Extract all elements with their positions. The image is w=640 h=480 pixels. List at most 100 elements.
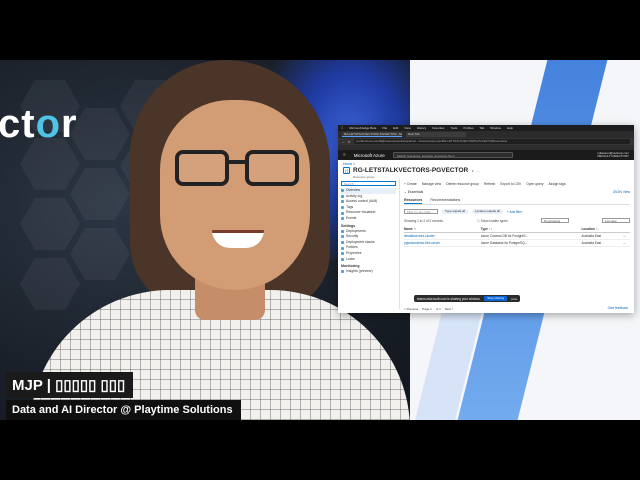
tab-resources[interactable]: Resources: [404, 198, 423, 204]
share-message: teams.microsoft.com is sharing your wind…: [417, 296, 481, 301]
more-icon[interactable]: ⋯: [477, 169, 480, 173]
add-filter-button[interactable]: + Add filter: [507, 210, 522, 214]
glasses: [175, 150, 300, 190]
menu-file[interactable]: File: [382, 126, 387, 130]
filter-row: Filter for any field... Type equals all …: [404, 209, 630, 214]
menu-profiles[interactable]: Profiles: [463, 126, 473, 130]
properties-icon: [341, 252, 344, 256]
menu-help[interactable]: Help: [507, 126, 513, 130]
address-bar: ← ↻ portal.azure.com/#@/resource/subscri…: [338, 138, 634, 145]
azure-brand[interactable]: Microsoft Azure: [354, 153, 385, 158]
portal-search-input[interactable]: Search resources, services, and docs (G+…: [392, 152, 513, 158]
nav-label: Locks: [346, 256, 355, 261]
nav-item-events[interactable]: Events: [341, 216, 396, 222]
records-row: Showing 1 to 2 of 2 records. ☐ Show hidd…: [404, 218, 630, 223]
stacks-icon: [341, 241, 344, 245]
speaker-name-plate: MJP | ▯▯▯▯▯ ▯▯▯: [6, 372, 134, 398]
shield-icon: [341, 235, 344, 239]
account-directory: DEFAULT DIRECTORY: [597, 154, 629, 158]
browser-tab[interactable]: New Tab: [406, 132, 466, 137]
row-more-icon[interactable]: ⋯: [623, 239, 630, 247]
next-page-button[interactable]: Next >: [445, 307, 454, 311]
table-row[interactable]: letstalkvectors-cluster Azure Cosmos DB …: [404, 232, 630, 240]
filter-input[interactable]: Filter for any field...: [404, 209, 438, 214]
events-icon: [341, 217, 344, 221]
rg-title-row: [·] RG-LETSTALKVECTORS-PGVECTOR ★ ⋯: [338, 166, 634, 175]
resource-type: Azure Cosmos DB for PostgreS...: [480, 232, 582, 240]
activity-log-icon: [341, 194, 344, 198]
essentials-label: Essentials: [407, 190, 424, 194]
command-bar: + Create Manage view Delete resource gro…: [404, 181, 630, 187]
page-total: of 1: [435, 307, 441, 311]
resources-table: Name ↑↓ Type ↑↓ Location ↑↓ letstalkvect…: [404, 226, 630, 247]
screen-share-banner: teams.microsoft.com is sharing your wind…: [414, 295, 521, 302]
overview-content: + Create Manage view Delete resource gro…: [400, 179, 634, 309]
json-view-link[interactable]: JSON View: [613, 190, 630, 194]
view-mode-select[interactable]: List view: [602, 218, 630, 223]
menu-favorites[interactable]: Favorites: [432, 126, 444, 130]
menu-app[interactable]: Microsoft Edge Beta: [349, 126, 376, 130]
menu-tab[interactable]: Tab: [479, 126, 484, 130]
resource-type: Azure Database for PostgreSQ...: [480, 239, 582, 247]
apple-icon[interactable]: : [341, 126, 343, 130]
stop-sharing-button[interactable]: Stop sharing: [484, 296, 508, 301]
show-hidden-toggle[interactable]: ☐ Show hidden types: [477, 219, 508, 223]
location-filter-pill[interactable]: Location equals all: [472, 209, 503, 214]
browser-tab-active[interactable]: RG-LETSTALKVECTORS-PGVECTOR - Microsoft …: [342, 132, 402, 137]
iam-icon: [341, 200, 344, 204]
show-hidden-label: Show hidden types: [480, 218, 508, 223]
pin-icon[interactable]: ★: [471, 169, 474, 173]
nav-item-insights[interactable]: Insights (preview): [341, 269, 396, 275]
nav-search-input[interactable]: Search: [341, 181, 396, 186]
video-frame: ctor  Microsoft Edge Beta File Edit Vie…: [0, 60, 640, 420]
back-icon[interactable]: ←: [342, 140, 345, 144]
menu-tools[interactable]: Tools: [450, 126, 457, 130]
hamburger-icon[interactable]: ☰: [343, 153, 346, 157]
deployments-icon: [341, 229, 344, 233]
records-count: Showing 1 to 2 of 2 records.: [404, 218, 444, 223]
essentials-toggle[interactable]: ⌄ Essentials: [404, 190, 423, 194]
visualizer-icon: [341, 211, 344, 215]
content-tabs: Resources Recommendations: [404, 198, 630, 205]
give-feedback-link[interactable]: Give feedback: [608, 306, 628, 310]
row-more-icon[interactable]: ⋯: [623, 232, 630, 240]
refresh-icon[interactable]: ↻: [348, 140, 351, 144]
nav-label: Insights (preview): [346, 269, 373, 274]
assign-tags-button[interactable]: Assign tags: [548, 182, 565, 186]
hide-share-button[interactable]: Hide: [511, 297, 517, 301]
menu-window[interactable]: Window: [490, 126, 501, 130]
menu-edit[interactable]: Edit: [393, 126, 398, 130]
create-button[interactable]: + Create: [404, 182, 417, 186]
nav-item-locks[interactable]: Locks: [341, 257, 396, 263]
nav-label: Events: [346, 215, 357, 220]
tab-recommendations[interactable]: Recommendations: [430, 198, 460, 204]
account-info[interactable]: mjlawson@outlook.com DEFAULT DIRECTORY: [597, 151, 629, 159]
speaker-title: Data and AI Director @ Playtime Solution…: [12, 404, 233, 416]
url-field[interactable]: portal.azure.com/#@/resource/subscriptio…: [353, 139, 630, 144]
overview-icon: [341, 189, 344, 193]
lock-icon: [341, 257, 344, 261]
insights-icon: [341, 270, 344, 274]
tag-icon: [341, 206, 344, 210]
type-filter-pill[interactable]: Type equals all: [442, 209, 469, 214]
delete-rg-button[interactable]: Delete resource group: [446, 182, 479, 186]
refresh-button[interactable]: Refresh: [484, 182, 496, 186]
export-csv-button[interactable]: Export to CSV: [500, 182, 521, 186]
page-select[interactable]: Page 1: [422, 307, 432, 311]
grouping-select[interactable]: No grouping: [540, 218, 569, 223]
resource-name-link[interactable]: pgvectordemo-flex-server: [404, 241, 440, 245]
resource-location: Australia East: [581, 232, 624, 240]
open-query-button[interactable]: Open query: [526, 182, 543, 186]
resource-name-link[interactable]: letstalkvectors-cluster: [404, 234, 435, 238]
resource-location: Australia East: [581, 239, 624, 247]
presenter-face: [160, 100, 310, 290]
menu-view[interactable]: View: [404, 126, 410, 130]
previous-page-button[interactable]: < Previous: [404, 307, 418, 311]
shared-browser-window:  Microsoft Edge Beta File Edit View His…: [338, 125, 634, 313]
manage-view-button[interactable]: Manage view: [422, 182, 441, 186]
table-row[interactable]: pgvectordemo-flex-server Azure Database …: [404, 239, 630, 247]
menu-history[interactable]: History: [417, 126, 426, 130]
resource-nav: Search Overview Activity log Access cont…: [338, 179, 400, 309]
browser-tab-bar: RG-LETSTALKVECTORS-PGVECTOR - Microsoft …: [338, 131, 634, 138]
policy-icon: [341, 246, 344, 250]
